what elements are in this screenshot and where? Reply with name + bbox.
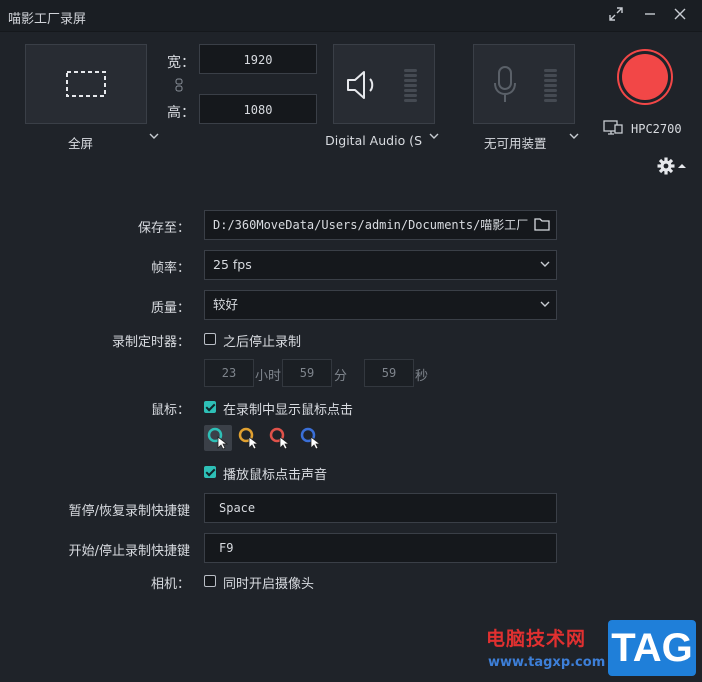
fps-label: 帧率： — [150, 261, 190, 276]
cursor-style-teal[interactable] — [204, 425, 232, 451]
monitor-name: HPC2700 — [631, 122, 682, 136]
record-button[interactable] — [622, 54, 668, 100]
speaker-icon — [347, 71, 374, 99]
audio-device-dropdown-icon[interactable] — [428, 130, 440, 142]
mouse-sound-label: 播放鼠标点击声音 — [223, 468, 328, 483]
camera-label: 相机： — [150, 577, 190, 592]
fullscreen-icon — [66, 71, 106, 97]
timer-checkbox-label: 之后停止录制 — [223, 335, 302, 350]
mouse-label: 鼠标： — [150, 403, 190, 418]
cursor-orange-icon — [238, 427, 260, 450]
save-path-field[interactable]: D:/360MoveData/Users/admin/Documents/喵影工… — [204, 210, 557, 240]
cursor-blue-icon — [300, 427, 322, 450]
resize-icon[interactable] — [606, 6, 626, 26]
quality-select[interactable]: 较好 — [204, 290, 557, 320]
microphone-card[interactable] — [473, 44, 575, 124]
quality-label: 质量： — [150, 301, 190, 316]
cursor-teal-icon — [207, 427, 229, 450]
minimize-icon[interactable] — [640, 6, 660, 26]
watermark-site-name: 电脑技术网 — [486, 628, 587, 650]
camera-checkbox-label: 同时开启摄像头 — [223, 577, 315, 592]
monitor-icon[interactable] — [603, 120, 623, 136]
close-icon[interactable] — [670, 6, 690, 26]
capture-area-card[interactable] — [25, 44, 147, 124]
timer-seconds-unit: 秒 — [415, 369, 429, 384]
timer-hours-unit: 小时 — [255, 369, 281, 384]
window-title: 喵影工厂录屏 — [8, 12, 87, 27]
mic-level-meter-right — [548, 67, 560, 104]
show-mouse-clicks-checkbox[interactable] — [204, 401, 216, 413]
start-hotkey-label: 开始/停止录制快捷键 — [68, 544, 190, 559]
link-ratio-icon[interactable] — [175, 78, 183, 92]
cursor-style-red[interactable] — [266, 425, 294, 451]
fps-dropdown-icon[interactable] — [539, 258, 551, 270]
width-input[interactable]: 1920 — [199, 44, 317, 74]
watermark-badge: TAG — [608, 620, 696, 676]
watermark-site-url: www.tagxp.com — [488, 655, 606, 670]
height-input[interactable]: 1080 — [199, 94, 317, 124]
save-to-label: 保存至： — [137, 221, 190, 236]
microphone-icon — [494, 66, 516, 102]
title-bar: 喵影工厂录屏 — [0, 0, 702, 32]
mic-device-dropdown-icon[interactable] — [568, 130, 580, 142]
show-mouse-clicks-label: 在录制中显示鼠标点击 — [223, 403, 354, 418]
mouse-sound-checkbox[interactable] — [204, 466, 216, 478]
width-label: 宽： — [167, 55, 195, 71]
capture-mode-label: 全屏 — [68, 136, 94, 151]
timer-hours-input[interactable]: 23 — [204, 359, 254, 387]
timer-minutes-input[interactable]: 59 — [282, 359, 332, 387]
audio-level-meter-right — [408, 67, 420, 104]
height-label: 高： — [167, 105, 195, 121]
timer-label: 录制定时器： — [111, 335, 190, 350]
pause-hotkey-label: 暂停/恢复录制快捷键 — [68, 504, 190, 519]
camera-checkbox[interactable] — [204, 575, 216, 587]
fps-select[interactable]: 25 fps — [204, 250, 557, 280]
settings-gear-icon[interactable] — [657, 157, 687, 175]
timer-minutes-unit: 分 — [334, 369, 348, 384]
system-audio-card[interactable] — [333, 44, 435, 124]
quality-dropdown-icon[interactable] — [539, 298, 551, 310]
cursor-red-icon — [269, 427, 291, 450]
timer-checkbox[interactable] — [204, 333, 216, 345]
cursor-style-blue[interactable] — [297, 425, 325, 451]
folder-icon[interactable] — [534, 217, 550, 231]
cursor-style-orange[interactable] — [235, 425, 263, 451]
start-hotkey-field[interactable]: F9 — [204, 533, 557, 563]
timer-seconds-input[interactable]: 59 — [364, 359, 414, 387]
audio-device-label: Digital Audio (S/ — [326, 133, 422, 148]
capture-mode-dropdown-icon[interactable] — [148, 130, 160, 142]
pause-hotkey-field[interactable]: Space — [204, 493, 557, 523]
mic-device-label: 无可用装置 — [484, 136, 547, 151]
